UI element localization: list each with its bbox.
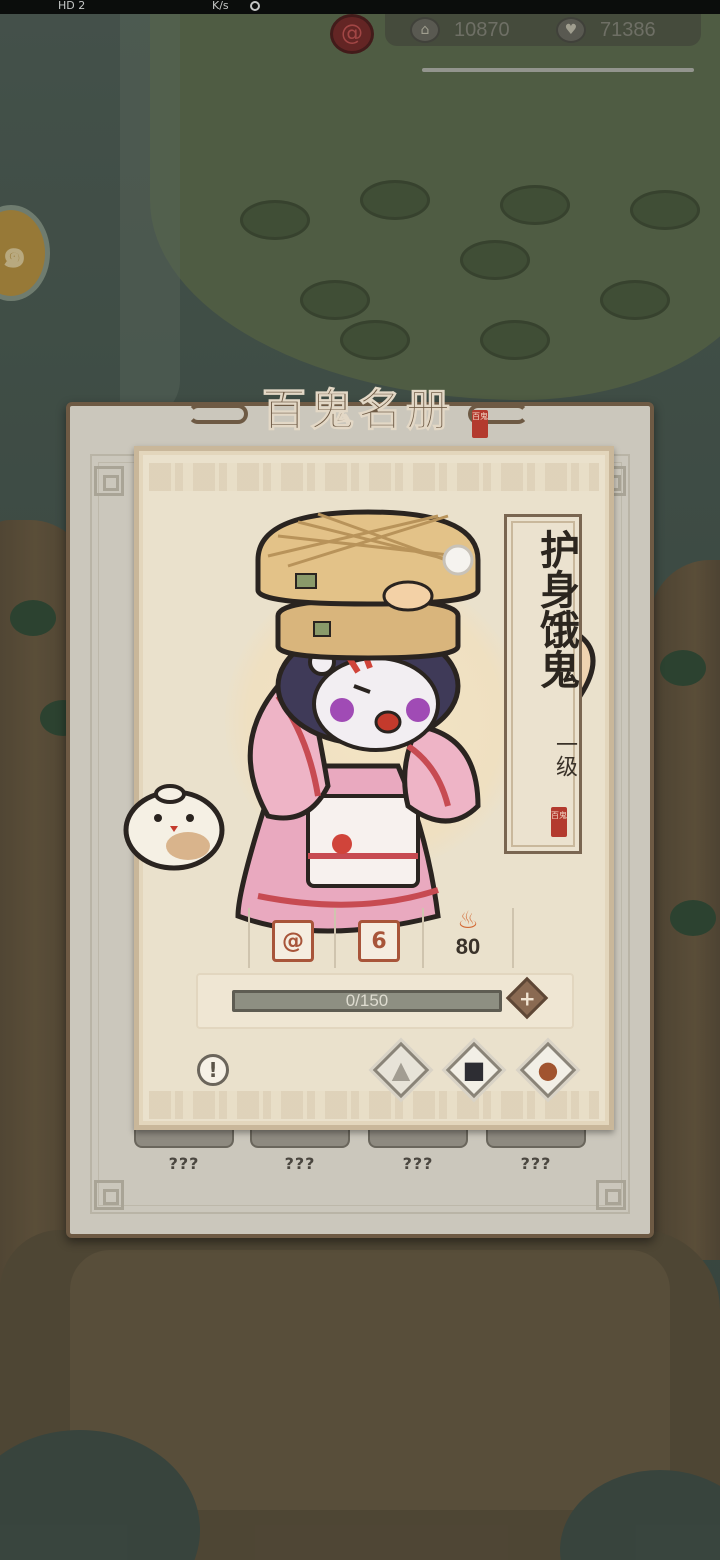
rank-value: 6 (371, 928, 387, 954)
steamed-bun-icon (123, 784, 225, 871)
ghost-stats-row: @ 6 ♨ 80 (248, 906, 514, 970)
locked-ghost-entry[interactable]: ??? (368, 1128, 468, 1173)
flame-icon: ♨ (457, 906, 479, 934)
ghost-name-plate: 护身饿鬼 一级 百鬼 (504, 514, 582, 854)
money-bag-icon: ● (537, 1056, 559, 1084)
plus-icon: + (518, 985, 536, 1010)
register-title: 百鬼名册 (262, 385, 454, 437)
robe-icon: ▲ (391, 1056, 411, 1084)
power-stat: ♨ 80 (438, 906, 498, 960)
book-button[interactable]: ■ (445, 1041, 503, 1099)
power-value: 80 (455, 934, 481, 959)
rank-tile[interactable]: 6 (358, 920, 400, 962)
fret-ornament (94, 466, 124, 496)
exp-progress-bar: 0/150 (232, 990, 502, 1012)
title-seal: 百鬼 (472, 410, 488, 438)
name-seal: 百鬼 (551, 807, 567, 837)
locked-ghost-entry[interactable]: ??? (250, 1128, 350, 1173)
locked-entry-label: ??? (168, 1154, 200, 1173)
register-title-banner: 百鬼名册 百鬼 (188, 374, 528, 440)
locked-entry-label: ??? (402, 1154, 434, 1173)
bag-button[interactable]: ● (519, 1041, 577, 1099)
locked-ghost-entry[interactable]: ??? (486, 1128, 586, 1173)
exp-progress-label: 0/150 (345, 991, 389, 1010)
info-button[interactable]: ! (197, 1054, 229, 1086)
fret-ornament (596, 1180, 626, 1210)
ghost-level: 一级 (552, 733, 577, 777)
fret-ornament (94, 1180, 124, 1210)
locked-ghost-entry[interactable]: ??? (134, 1128, 234, 1173)
outfit-button[interactable]: ▲ (372, 1041, 430, 1099)
ghost-name: 护身饿鬼 (533, 529, 580, 689)
fret-border-top (149, 463, 599, 491)
swirl-tile-icon[interactable]: @ (272, 920, 314, 962)
locked-entry-label: ??? (520, 1154, 552, 1173)
book-icon: ■ (462, 1056, 486, 1084)
locked-entry-label: ??? (284, 1154, 316, 1173)
